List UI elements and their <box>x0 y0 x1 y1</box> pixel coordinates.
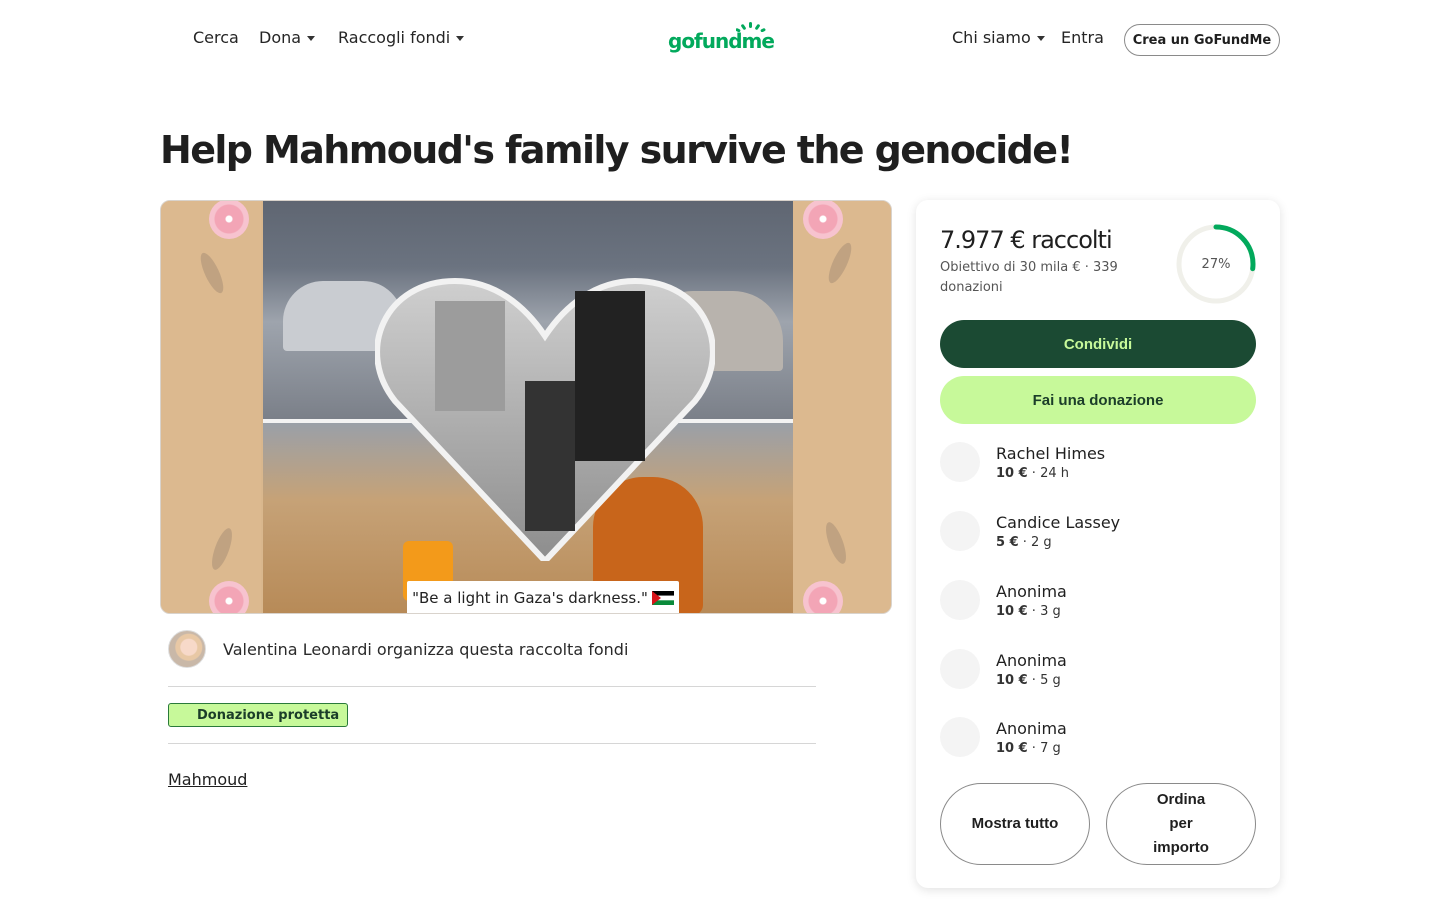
protected-donation-badge[interactable]: Donazione protetta <box>168 703 349 727</box>
image-caption-text: "Be a light in Gaza's darkness." <box>412 589 648 607</box>
donor-avatar <box>940 580 980 620</box>
nav-about-dropdown[interactable]: Chi siamo <box>952 28 1045 47</box>
share-button[interactable]: Condividi <box>940 320 1256 368</box>
protected-donation-label: Donazione protetta <box>197 707 340 723</box>
flower-decoration <box>209 581 249 613</box>
sort-by-amount-button[interactable]: Ordina per importo <box>1106 783 1256 865</box>
flower-decoration <box>803 581 843 613</box>
divider <box>168 686 816 687</box>
flower-decoration <box>803 201 843 239</box>
donor-meta: 10 € · 3 g <box>996 604 1067 619</box>
donor-avatar <box>940 649 980 689</box>
donor-name: Candice Lassey <box>996 512 1121 532</box>
donor-amount: 10 € <box>996 740 1028 756</box>
flower-decoration <box>209 201 249 239</box>
gofundme-logo[interactable]: gofundme <box>668 22 775 53</box>
organizer-avatar[interactable] <box>168 630 206 668</box>
shield-check-icon <box>177 708 191 722</box>
donor-item: Candice Lassey 5 € · 2 g <box>940 511 1120 551</box>
nav-signin[interactable]: Entra <box>1061 28 1104 47</box>
donor-name: Rachel Himes <box>996 443 1106 463</box>
donor-item: Rachel Himes 10 € · 24 h <box>940 442 1105 482</box>
campaign-image[interactable]: "Be a light in Gaza's darkness." <box>160 200 892 614</box>
chevron-down-icon <box>307 36 316 41</box>
divider <box>168 743 816 744</box>
nav-search[interactable]: Cerca <box>193 28 239 47</box>
donor-avatar <box>940 717 980 757</box>
logo-sun-icon <box>735 22 766 32</box>
donor-amount: 10 € <box>996 465 1028 481</box>
image-collage <box>263 201 793 613</box>
amount-raised: 7.977 € raccolti <box>940 226 1113 254</box>
donor-item: Anonima 10 € · 3 g <box>940 580 1067 620</box>
donor-meta: 10 € · 24 h <box>996 466 1105 481</box>
nav-search-label: Cerca <box>193 28 239 47</box>
donor-avatar <box>940 511 980 551</box>
donor-amount: 10 € <box>996 603 1028 619</box>
chevron-down-icon <box>1036 36 1045 41</box>
donor-name: Anonima <box>996 581 1067 601</box>
donor-amount: 10 € <box>996 672 1028 688</box>
nav-fundraise-dropdown[interactable]: Raccogli fondi <box>338 28 465 47</box>
logo-wordmark: gofundme <box>668 29 775 53</box>
donor-item: Anonima 10 € · 5 g <box>940 649 1067 689</box>
nav-fundraise-label: Raccogli fondi <box>338 28 451 47</box>
nav-donate-dropdown[interactable]: Dona <box>259 28 316 47</box>
donor-item: Anonima 10 € · 7 g <box>940 717 1067 757</box>
donor-avatar <box>940 442 980 482</box>
site-header: Cerca Dona Raccogli fondi gofundme Chi s… <box>0 0 1440 80</box>
create-gofundme-button[interactable]: Crea un GoFundMe <box>1124 24 1280 56</box>
organizer-text: Valentina Leonardi organizza questa racc… <box>223 639 629 659</box>
progress-percent: 27% <box>1201 256 1231 272</box>
donor-time: · 7 g <box>1027 740 1061 756</box>
campaign-title: Help Mahmoud's family survive the genoci… <box>160 128 1074 172</box>
donor-name: Anonima <box>996 650 1067 670</box>
donation-card: 7.977 € raccolti Obiettivo di 30 mila € … <box>916 200 1280 888</box>
donor-time: · 3 g <box>1027 603 1061 619</box>
image-caption: "Be a light in Gaza's darkness." <box>407 581 679 613</box>
chevron-down-icon <box>456 36 465 41</box>
donor-name: Anonima <box>996 718 1067 738</box>
nav-about-label: Chi siamo <box>952 28 1031 47</box>
donor-time: · 24 h <box>1027 465 1069 481</box>
goal-and-donations: Obiettivo di 30 mila € · 339 donazioni <box>940 260 1118 295</box>
donor-time: · 2 g <box>1018 534 1052 550</box>
nav-donate-label: Dona <box>259 28 302 47</box>
donor-time: · 5 g <box>1027 672 1061 688</box>
nav-signin-label: Entra <box>1061 28 1104 47</box>
beneficiary-link[interactable]: Mahmoud <box>168 770 247 789</box>
donor-meta: 10 € · 7 g <box>996 741 1067 756</box>
donor-meta: 10 € · 5 g <box>996 673 1067 688</box>
show-all-button[interactable]: Mostra tutto <box>940 783 1090 865</box>
donor-meta: 5 € · 2 g <box>996 535 1120 550</box>
organizer-row: Valentina Leonardi organizza questa racc… <box>168 630 628 668</box>
donate-button[interactable]: Fai una donazione <box>940 376 1256 424</box>
palestine-flag-icon <box>651 591 674 605</box>
heart-photo-frame <box>375 277 715 561</box>
donor-amount: 5 € <box>996 534 1019 550</box>
